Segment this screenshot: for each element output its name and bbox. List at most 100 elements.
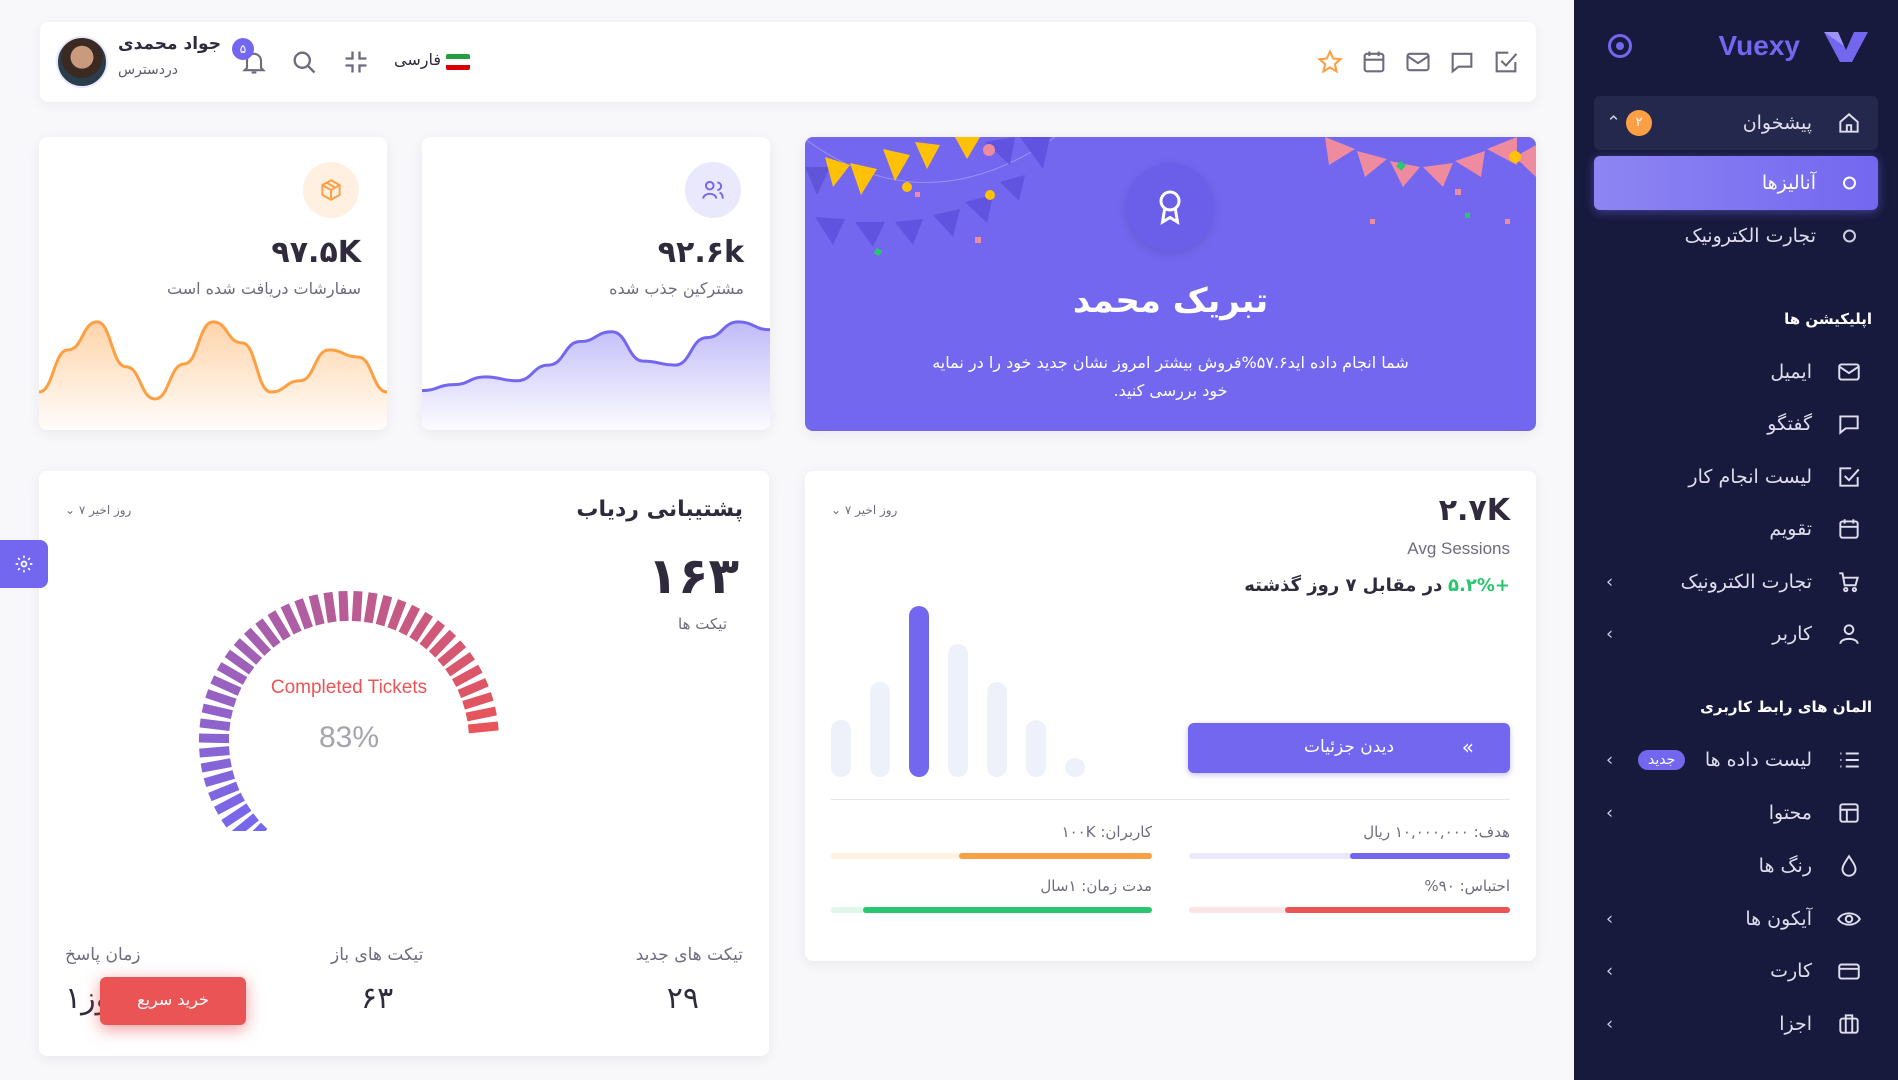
brand-name: Vuexy (1718, 30, 1800, 61)
star-icon[interactable] (1316, 48, 1344, 76)
chevron-down-icon: ⌄ (831, 503, 842, 517)
sidebar-toggle-icon[interactable] (1608, 34, 1632, 58)
eye-icon (1837, 912, 1861, 926)
iran-flag-icon (446, 54, 470, 70)
goal-progress-fill (1349, 853, 1510, 859)
chevron-down-icon: ⌄ (65, 503, 76, 517)
sessions-change-row: +۵.۲% در مقابل ۷ روز گذشته (1244, 575, 1510, 596)
gauge-tick (308, 594, 325, 626)
mail-shortcut-icon[interactable] (1404, 48, 1432, 76)
language-selector[interactable]: فارسی (394, 50, 441, 69)
list-icon (1840, 752, 1859, 768)
credit-card-icon (1838, 963, 1860, 980)
mail-icon (1838, 363, 1860, 381)
package-icon (321, 179, 341, 201)
session-bar (909, 606, 929, 777)
period-label: ۷ روز اخیر (844, 503, 898, 517)
home-icon (1839, 113, 1859, 133)
calendar-icon (1839, 519, 1859, 539)
goal-progress-track (1189, 907, 1510, 913)
session-bar (948, 644, 968, 777)
orders-card: ۹۷.۵K سفارشات دریافت شده است (39, 137, 387, 430)
chevron-left-icon: ‹ (1606, 960, 1614, 982)
subscribers-area-chart (422, 320, 770, 430)
avatar[interactable] (56, 36, 108, 88)
sessions-bar-chart (831, 606, 1085, 777)
total-tickets-label: تیکت ها (678, 615, 727, 633)
sidebar-item-label: تقویم (1769, 518, 1812, 540)
orders-area-chart (39, 320, 387, 430)
top-navbar: جواد محمدی دردسترس ۵ فارسی (40, 22, 1536, 102)
orders-label: سفارشات دریافت شده است (167, 279, 361, 298)
gauge-tick (387, 599, 407, 631)
user-status: دردسترس (118, 62, 178, 78)
gauge-tick (398, 604, 421, 636)
sidebar-item-calendar[interactable]: تقویم (1594, 502, 1878, 556)
sidebar-item-content[interactable]: محتوا ‹ (1594, 786, 1878, 840)
gauge-tick (323, 591, 337, 623)
view-details-button[interactable]: دیدن جزئیات « (1188, 723, 1510, 773)
sidebar-item-ecommerce[interactable]: تجارت الکترونیک ‹ (1594, 555, 1878, 609)
gauge-tick (351, 591, 363, 622)
sidebar-item-user[interactable]: کاربر ‹ (1594, 607, 1878, 661)
vuexy-logo-icon (1824, 32, 1868, 62)
users-icon (702, 180, 724, 199)
goal-label: مدت زمان: ۱سال (1040, 877, 1152, 895)
sessions-period-dropdown[interactable]: ⌄ ۷ روز اخیر (831, 503, 897, 517)
sidebar-item-label: تجارت الکترونیک (1684, 225, 1816, 247)
fullscreen-exit-icon[interactable] (342, 48, 370, 76)
sidebar-item-analytics[interactable]: آنالیزها (1594, 156, 1878, 210)
gauge-tick (294, 598, 313, 630)
users-icon-badge (685, 162, 741, 218)
gauge-tick (465, 706, 497, 722)
sidebar-item-icons[interactable]: آیکون ها ‹ (1594, 892, 1878, 946)
search-icon[interactable] (290, 48, 318, 76)
layout-icon (1839, 803, 1859, 823)
customizer-toggle-button[interactable] (0, 540, 48, 588)
sidebar-item-datatable[interactable]: لیست داده ها جدید ‹ (1594, 733, 1878, 787)
congratulations-card: تبریک محمد شما انجام داده اید۵۷.۶%فروش ب… (805, 137, 1536, 431)
sidebar-item-todo[interactable]: لیست انجام کار (1594, 450, 1878, 504)
sidebar-item-chat[interactable]: گفتگو (1594, 397, 1878, 451)
congrats-text-line1: شما انجام داده اید۵۷.۶%فروش بیشتر امروز … (932, 353, 1409, 372)
sidebar-item-card[interactable]: کارت ‹ (1594, 944, 1878, 998)
gauge-tick (363, 592, 378, 624)
session-bar (1026, 720, 1046, 777)
gauge-tick (208, 781, 240, 802)
session-bar (1065, 758, 1085, 777)
gauge-tick (338, 590, 349, 622)
congrats-title: تبریک محمد (1072, 281, 1269, 321)
buy-now-button[interactable]: خرید سریع (100, 977, 246, 1025)
sidebar-item-ecommerce-dashboard[interactable]: تجارت الکترونیک (1594, 209, 1878, 263)
award-icon (1159, 190, 1181, 225)
calendar-shortcut-icon[interactable] (1360, 48, 1388, 76)
sidebar-item-dashboard[interactable]: پیشخوان ۲ ⌃ (1594, 96, 1878, 150)
orders-value: ۹۷.۵K (271, 235, 361, 270)
checkbox-shortcut-icon[interactable] (1492, 48, 1520, 76)
open-tickets-label: تیکت های باز (331, 945, 424, 965)
sidebar-item-components[interactable]: اجزا ‹ (1594, 997, 1878, 1051)
new-tickets-value: ۲۹ (666, 981, 699, 1016)
sidebar-item-label: کاربر (1772, 623, 1812, 645)
sidebar-item-label: کارت (1770, 960, 1812, 982)
sidebar-item-colors[interactable]: رنگ ها (1594, 839, 1878, 893)
gauge-tick (203, 770, 235, 788)
avg-sessions-card: ۲.۷K Avg Sessions +۵.۲% در مقابل ۷ روز گ… (805, 471, 1536, 961)
sidebar-item-label: آنالیزها (1761, 172, 1816, 194)
user-icon (1839, 624, 1859, 645)
goal-progress-fill (959, 853, 1152, 859)
orders-area (39, 321, 387, 430)
sidebar-item-label: رنگ ها (1758, 855, 1812, 877)
sidebar-item-email[interactable]: ایمیل (1594, 345, 1878, 399)
chevron-left-icon: ‹ (1606, 1013, 1614, 1035)
goal-progress-track (831, 853, 1152, 859)
support-period-dropdown[interactable]: ⌄ ۷ روز اخیر (65, 503, 131, 517)
chevron-left-icon: ‹ (1606, 749, 1614, 771)
response-time-label: زمان پاسخ (65, 945, 141, 965)
user-name: جواد محمدی (118, 34, 221, 54)
chat-shortcut-icon[interactable] (1448, 48, 1476, 76)
goal-label: احتباس: ۹۰% (1424, 877, 1510, 895)
sessions-change: +۵.۲% (1448, 575, 1510, 596)
session-bar (870, 682, 890, 777)
period-label: ۷ روز اخیر (78, 503, 132, 517)
